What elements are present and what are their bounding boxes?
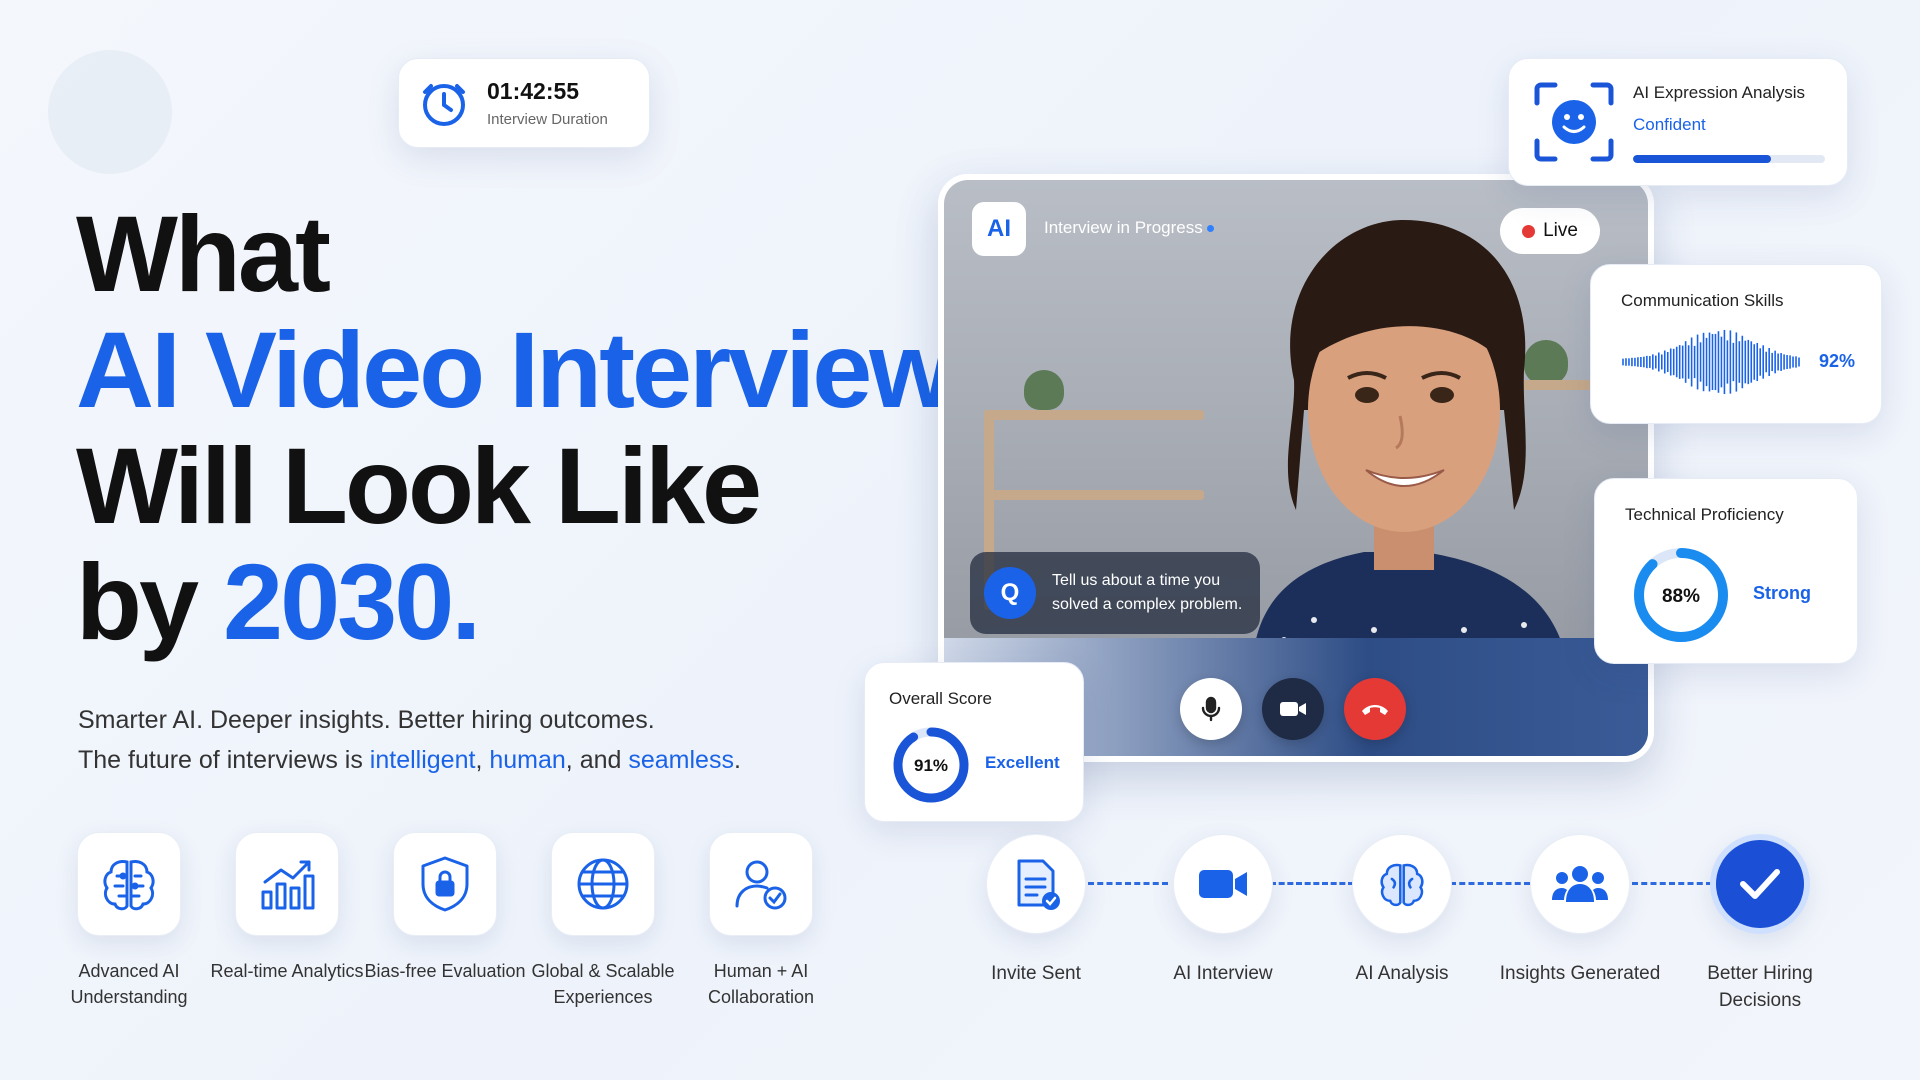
question-line-1: Tell us about a time you bbox=[1052, 572, 1221, 589]
expression-level-fill bbox=[1633, 155, 1772, 163]
audio-waveform-icon bbox=[1622, 329, 1800, 395]
subtitle-line-1: Smarter AI. Deeper insights. Better hiri… bbox=[78, 706, 655, 734]
subtitle-line-2: The future of interviews is intelligent,… bbox=[78, 740, 741, 780]
step-label: Insights Generated bbox=[1499, 963, 1661, 984]
communication-skills-card: Communication Skills 92% bbox=[1590, 264, 1882, 424]
overall-score-ring: 91% bbox=[893, 727, 969, 803]
subtitle-prefix: The future of interviews is bbox=[78, 746, 370, 774]
people-group-icon bbox=[1552, 866, 1608, 902]
step-ai-analysis: AI Analysis bbox=[1312, 834, 1492, 987]
subtitle-sep-2: , and bbox=[565, 746, 629, 774]
live-label: Live bbox=[1543, 220, 1578, 241]
headline-line-3: Will Look Like bbox=[76, 425, 762, 546]
feature-advanced-ai: Advanced AI Understanding bbox=[44, 832, 214, 1010]
feature-human-ai: Human + AI Collaboration bbox=[676, 832, 846, 1010]
brain-icon bbox=[103, 860, 155, 911]
microphone-button[interactable] bbox=[1180, 678, 1242, 740]
technical-proficiency-card: Technical Proficiency 88% Strong bbox=[1594, 478, 1858, 664]
camera-button[interactable] bbox=[1262, 678, 1324, 740]
feature-label: Real-time Analytics bbox=[210, 961, 364, 981]
highlight-human: human bbox=[489, 746, 566, 774]
hang-up-icon bbox=[1362, 705, 1388, 715]
technical-percent: 88% bbox=[1662, 586, 1700, 607]
checkmark-icon bbox=[1740, 869, 1780, 899]
question-text: Tell us about a time you solved a comple… bbox=[1052, 569, 1242, 617]
question-badge: Q bbox=[984, 567, 1036, 619]
headline-year: 2030. bbox=[223, 541, 481, 662]
interview-duration-card: 01:42:55 Interview Duration bbox=[398, 58, 650, 148]
expression-title: AI Expression Analysis bbox=[1633, 83, 1805, 102]
highlight-seamless: seamless bbox=[628, 746, 734, 774]
video-camera-icon bbox=[1199, 870, 1247, 898]
feature-label: Human + AI Collaboration bbox=[707, 961, 815, 1007]
video-camera-icon bbox=[1280, 702, 1306, 716]
document-check-icon bbox=[1017, 859, 1060, 910]
globe-icon bbox=[577, 858, 629, 910]
end-call-button[interactable] bbox=[1344, 678, 1406, 740]
overall-title: Overall Score bbox=[889, 689, 992, 708]
microphone-icon bbox=[1201, 696, 1221, 722]
overall-percent: 91% bbox=[914, 756, 948, 775]
feature-real-time-analytics: Real-time Analytics bbox=[202, 832, 372, 984]
question-bubble: Q Tell us about a time you solved a comp… bbox=[970, 552, 1260, 634]
communication-title: Communication Skills bbox=[1621, 291, 1784, 310]
technical-score-ring: 88% bbox=[1634, 548, 1728, 642]
duration-time: 01:42:55 bbox=[487, 78, 580, 104]
highlight-intelligent: intelligent bbox=[369, 746, 476, 774]
expression-value: Confident bbox=[1633, 115, 1706, 134]
page-headline: What AI Video Interviews Will Look Like … bbox=[76, 193, 1010, 664]
communication-value: 92% bbox=[1819, 351, 1856, 371]
face-scan-icon bbox=[1534, 82, 1614, 162]
duration-label: Interview Duration bbox=[487, 111, 608, 128]
feature-label: Bias-free Evaluation bbox=[364, 961, 526, 981]
feature-label: Global & Scalable Experiences bbox=[531, 961, 675, 1007]
step-label: AI Interview bbox=[1173, 963, 1273, 984]
step-label: Invite Sent bbox=[991, 963, 1081, 984]
subtitle-end: . bbox=[733, 746, 741, 774]
feature-label: Advanced AI Understanding bbox=[70, 961, 188, 1007]
step-ai-interview: AI Interview bbox=[1133, 834, 1313, 987]
headline-line-1: What bbox=[76, 193, 331, 314]
subtitle-sep-1: , bbox=[475, 746, 490, 774]
brain-icon bbox=[1380, 863, 1424, 907]
live-dot-icon bbox=[1522, 224, 1536, 238]
shield-lock-icon bbox=[421, 856, 469, 912]
headline-line-4: by 2030. bbox=[76, 548, 1007, 664]
overall-rating: Excellent bbox=[985, 753, 1060, 772]
expression-level-bar bbox=[1633, 155, 1825, 163]
headline-by: by bbox=[76, 541, 224, 662]
overall-score-card: Overall Score 91% Excellent bbox=[864, 662, 1084, 822]
step-better-hiring: Better Hiring Decisions bbox=[1670, 834, 1850, 1014]
interview-status: Interview in Progress bbox=[1044, 218, 1214, 238]
clock-icon bbox=[423, 84, 465, 126]
technical-title: Technical Proficiency bbox=[1625, 505, 1784, 524]
step-label: Better Hiring Decisions bbox=[1707, 963, 1813, 1011]
technical-rating: Strong bbox=[1753, 583, 1811, 603]
live-badge: Live bbox=[1500, 208, 1600, 254]
feature-global-scalable: Global & Scalable Experiences bbox=[518, 832, 688, 1010]
interview-status-text: Interview in Progress bbox=[1044, 218, 1203, 237]
user-check-icon bbox=[735, 860, 787, 910]
question-line-2: solved a complex problem. bbox=[1052, 596, 1243, 613]
step-insights-generated: Insights Generated bbox=[1490, 834, 1670, 987]
headline-line-2: AI Video Interviews bbox=[76, 309, 1010, 430]
step-invite-sent: Invite Sent bbox=[946, 834, 1126, 987]
step-label: AI Analysis bbox=[1355, 963, 1449, 984]
ai-logo-badge: AI bbox=[972, 202, 1026, 256]
feature-bias-free: Bias-free Evaluation bbox=[360, 832, 530, 984]
subtitle: Smarter AI. Deeper insights. Better hiri… bbox=[78, 700, 741, 780]
ai-expression-card: AI Expression Analysis Confident bbox=[1508, 58, 1848, 186]
analytics-chart-icon bbox=[261, 860, 315, 910]
decorative-circle bbox=[48, 50, 172, 174]
status-dot bbox=[1206, 225, 1214, 233]
